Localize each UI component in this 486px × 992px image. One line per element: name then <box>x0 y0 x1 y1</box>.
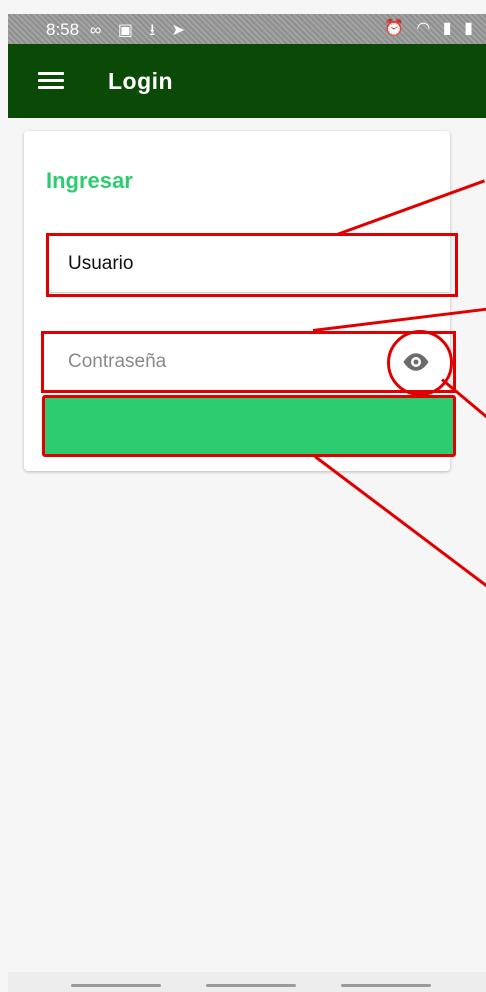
battery-icon: ▮ <box>464 20 477 37</box>
status-time: 8:58 <box>46 20 80 39</box>
app-screen: 8:58 ∞ ▣ ⭳ ➤ ⏰ ◠ ▮ ▮ Login Ingresar Usua… <box>0 0 486 992</box>
download-icon: ⭳ <box>149 22 162 39</box>
arrow-line-submit <box>314 455 486 597</box>
nav-pill-center[interactable] <box>206 984 296 987</box>
submit-button[interactable]: INGRESAR <box>48 401 448 445</box>
status-bar: 8:58 ∞ ▣ ⭳ ➤ ⏰ ◠ ▮ ▮ <box>8 14 486 44</box>
status-right-icons: ⏰ ◠ ▮ ▮ <box>384 18 477 38</box>
page-title: Login <box>108 68 174 94</box>
wifi-icon: ◠ <box>416 20 435 37</box>
send-icon: ➤ <box>171 22 191 39</box>
login-card: Ingresar Usuario Contraseña INGRESAR <box>24 131 450 471</box>
password-field[interactable]: Contraseña <box>46 334 449 391</box>
username-value: Usuario <box>68 253 134 274</box>
status-left-icons: ∞ ▣ ⭳ ➤ <box>90 19 191 46</box>
image-icon: ▣ <box>117 22 139 39</box>
system-navigation-bar <box>8 972 486 992</box>
password-placeholder: Contraseña <box>68 351 167 372</box>
eye-icon[interactable] <box>401 347 431 377</box>
nav-pill-left[interactable] <box>71 984 161 987</box>
hamburger-menu-icon[interactable] <box>38 72 64 90</box>
username-field[interactable]: Usuario <box>46 236 449 293</box>
nav-pill-right[interactable] <box>341 984 431 987</box>
app-bar: Login <box>8 44 486 118</box>
signal-icon: ▮ <box>442 20 456 37</box>
card-title: Ingresar <box>46 168 133 193</box>
voicemail-icon: ∞ <box>90 22 108 39</box>
alarm-icon: ⏰ <box>384 20 408 37</box>
